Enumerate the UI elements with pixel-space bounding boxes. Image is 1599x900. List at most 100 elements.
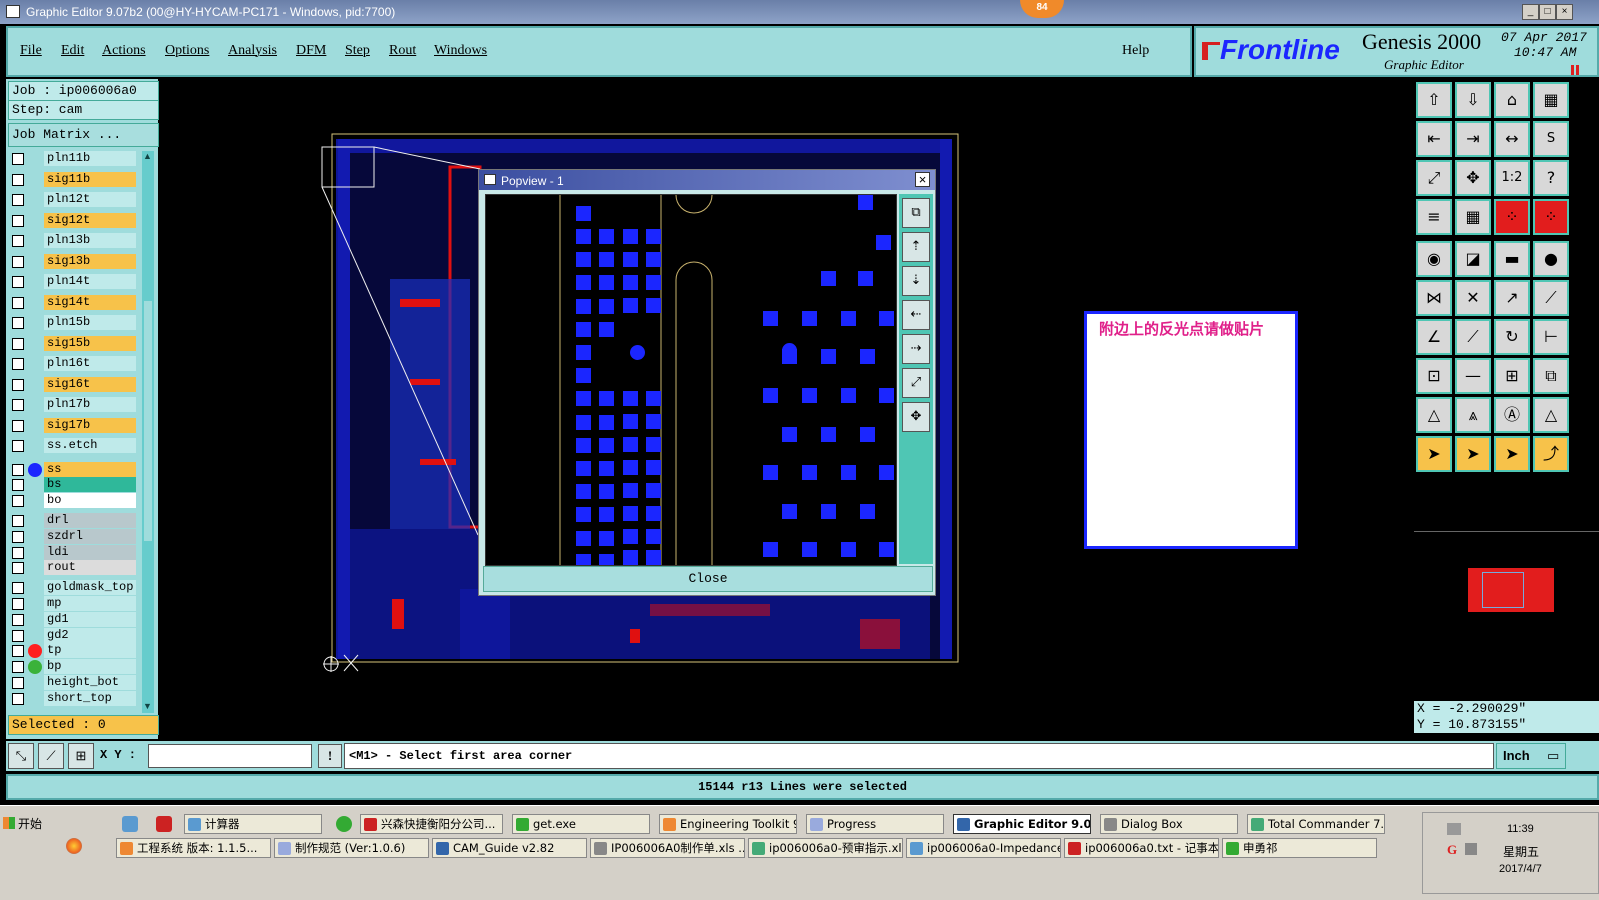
tool-button-12-icon[interactable]: ? <box>1533 160 1569 196</box>
layer-checkbox[interactable] <box>12 399 24 411</box>
maximize-button[interactable]: □ <box>1539 4 1556 20</box>
menu-analysis[interactable]: Analysis <box>228 43 277 59</box>
tool-button-15-icon[interactable]: ⁘ <box>1494 199 1530 235</box>
tool-button-21-icon[interactable]: ⋈ <box>1416 280 1452 316</box>
tool-button-2-icon[interactable]: ⇩ <box>1455 82 1491 118</box>
popview-canvas[interactable] <box>485 194 897 566</box>
layer-checkbox[interactable] <box>12 479 24 492</box>
layer-row-bp[interactable]: bp <box>10 659 138 675</box>
tool-button-38-icon[interactable]: ➤ <box>1455 436 1491 472</box>
tool-button-28-icon[interactable]: ⊢ <box>1533 319 1569 355</box>
layer-row-ss.etch[interactable]: ss.etch <box>10 438 138 453</box>
layer-checkbox[interactable] <box>12 153 24 165</box>
tool-button-30-icon[interactable]: — <box>1455 358 1491 394</box>
overview-map[interactable] <box>1414 531 1599 691</box>
layer-row-ss[interactable]: ss <box>10 461 138 477</box>
layer-name[interactable]: pln15b <box>44 315 136 330</box>
tool-button-6-icon[interactable]: ⇥ <box>1455 121 1491 157</box>
layer-name[interactable]: ss.etch <box>44 438 136 453</box>
info-icon[interactable]: ! <box>318 744 342 768</box>
tool-button-33-icon[interactable]: △ <box>1416 397 1452 433</box>
layer-name[interactable]: gd1 <box>44 611 136 627</box>
layer-row-height_bot[interactable]: height_bot <box>10 674 138 690</box>
tool-button-10-icon[interactable]: ✥ <box>1455 160 1491 196</box>
mode-2-icon[interactable]: ⟋ <box>38 743 64 769</box>
taskbar-button[interactable]: CAM_Guide v2.82 <box>432 838 587 858</box>
tool-button-17-icon[interactable]: ◉ <box>1416 241 1452 277</box>
taskbar-button[interactable]: Graphic Editor 9.07... <box>953 814 1091 834</box>
layer-row-pln13b[interactable]: pln13b <box>10 233 138 248</box>
menu-options[interactable]: Options <box>165 43 209 59</box>
tool-button-4-icon[interactable]: ▦ <box>1533 82 1569 118</box>
menu-windows[interactable]: Windows <box>434 43 487 59</box>
pop-tool-4-icon[interactable]: ⇠ <box>902 300 930 330</box>
job-matrix-button[interactable]: Job Matrix ... <box>8 123 159 147</box>
layer-name[interactable]: sig12t <box>44 212 136 228</box>
close-window-button[interactable]: × <box>1556 4 1573 20</box>
tool-button-16-icon[interactable]: ⁘ <box>1533 199 1569 235</box>
layer-checkbox[interactable] <box>12 317 24 329</box>
scroll-up-icon[interactable]: ▲ <box>143 151 153 161</box>
pop-tool-1-icon[interactable]: ⧉ <box>902 198 930 228</box>
layer-name[interactable]: sig16t <box>44 376 136 392</box>
menu-file[interactable]: File <box>20 43 42 59</box>
tool-button-29-icon[interactable]: ⊡ <box>1416 358 1452 394</box>
layer-row-sig13b[interactable]: sig13b <box>10 253 138 269</box>
layer-row-goldmask_top[interactable]: goldmask_top <box>10 580 138 596</box>
popview-close-button[interactable]: Close <box>483 566 933 592</box>
units-selector[interactable]: Inch ▭ <box>1496 743 1566 769</box>
tool-button-3-icon[interactable]: ⌂ <box>1494 82 1530 118</box>
layer-name[interactable]: short_top <box>44 690 136 706</box>
minimize-button[interactable]: _ <box>1522 4 1539 20</box>
layer-checkbox[interactable] <box>12 597 24 610</box>
layer-row-ldi[interactable]: ldi <box>10 544 138 560</box>
layer-name[interactable]: sig13b <box>44 253 136 269</box>
layer-name[interactable]: bo <box>44 493 136 509</box>
ie-icon[interactable] <box>336 816 352 832</box>
menu-help[interactable]: Help <box>1122 43 1149 59</box>
layer-checkbox[interactable] <box>12 676 24 689</box>
layer-name[interactable]: sig14t <box>44 294 136 310</box>
layer-row-szdrl[interactable]: szdrl <box>10 528 138 544</box>
taskbar-button[interactable]: Dialog Box <box>1100 814 1238 834</box>
taskbar-button[interactable]: IP006006A0制作单.xls ... <box>590 838 745 858</box>
layer-name[interactable]: pln11b <box>44 151 136 166</box>
layer-row-pln16t[interactable]: pln16t <box>10 356 138 371</box>
layer-checkbox[interactable] <box>12 613 24 626</box>
pop-tool-6-icon[interactable]: ⤢ <box>902 368 930 398</box>
tool-button-14-icon[interactable]: ▦ <box>1455 199 1491 235</box>
layer-row-pln12t[interactable]: pln12t <box>10 192 138 207</box>
taskbar-button[interactable]: Total Commander 7.0 ... <box>1247 814 1385 834</box>
layer-row-pln14t[interactable]: pln14t <box>10 274 138 289</box>
taskbar-button[interactable]: Progress <box>806 814 944 834</box>
tool-button-27-icon[interactable]: ↻ <box>1494 319 1530 355</box>
popview-close-icon[interactable]: × <box>915 172 930 187</box>
grid-mode-icon[interactable]: ⊞ <box>68 743 94 769</box>
layer-checkbox[interactable] <box>12 629 24 642</box>
layer-row-short_top[interactable]: short_top <box>10 690 138 706</box>
layer-row-drl[interactable]: drl <box>10 512 138 528</box>
tool-button-13-icon[interactable]: ≡ <box>1416 199 1452 235</box>
tool-button-19-icon[interactable]: ▬ <box>1494 241 1530 277</box>
network-icon[interactable] <box>1447 823 1461 835</box>
tool-button-20-icon[interactable]: ● <box>1533 241 1569 277</box>
taskbar-button[interactable]: ip006006a0.txt - 记事本 <box>1064 838 1219 858</box>
layer-row-mp[interactable]: mp <box>10 595 138 611</box>
menu-actions[interactable]: Actions <box>102 43 146 59</box>
layer-checkbox[interactable] <box>12 276 24 288</box>
layer-row-rout[interactable]: rout <box>10 560 138 576</box>
tool-button-7-icon[interactable]: ↔ <box>1494 121 1530 157</box>
tool-button-32-icon[interactable]: ⧉ <box>1533 358 1569 394</box>
layer-name[interactable]: height_bot <box>44 674 136 690</box>
tool-button-26-icon[interactable]: ⟋ <box>1455 319 1491 355</box>
layer-checkbox[interactable] <box>12 296 24 309</box>
pop-tool-3-icon[interactable]: ⇣ <box>902 266 930 296</box>
tool-button-36-icon[interactable]: △ <box>1533 397 1569 433</box>
tool-button-37-icon[interactable]: ➤ <box>1416 436 1452 472</box>
layer-checkbox[interactable] <box>12 495 24 508</box>
menu-step[interactable]: Step <box>345 43 370 59</box>
tool-button-39-icon[interactable]: ➤ <box>1494 436 1530 472</box>
layer-name[interactable]: pln13b <box>44 233 136 248</box>
layer-name[interactable]: bp <box>44 659 136 675</box>
scroll-thumb[interactable] <box>144 301 152 541</box>
